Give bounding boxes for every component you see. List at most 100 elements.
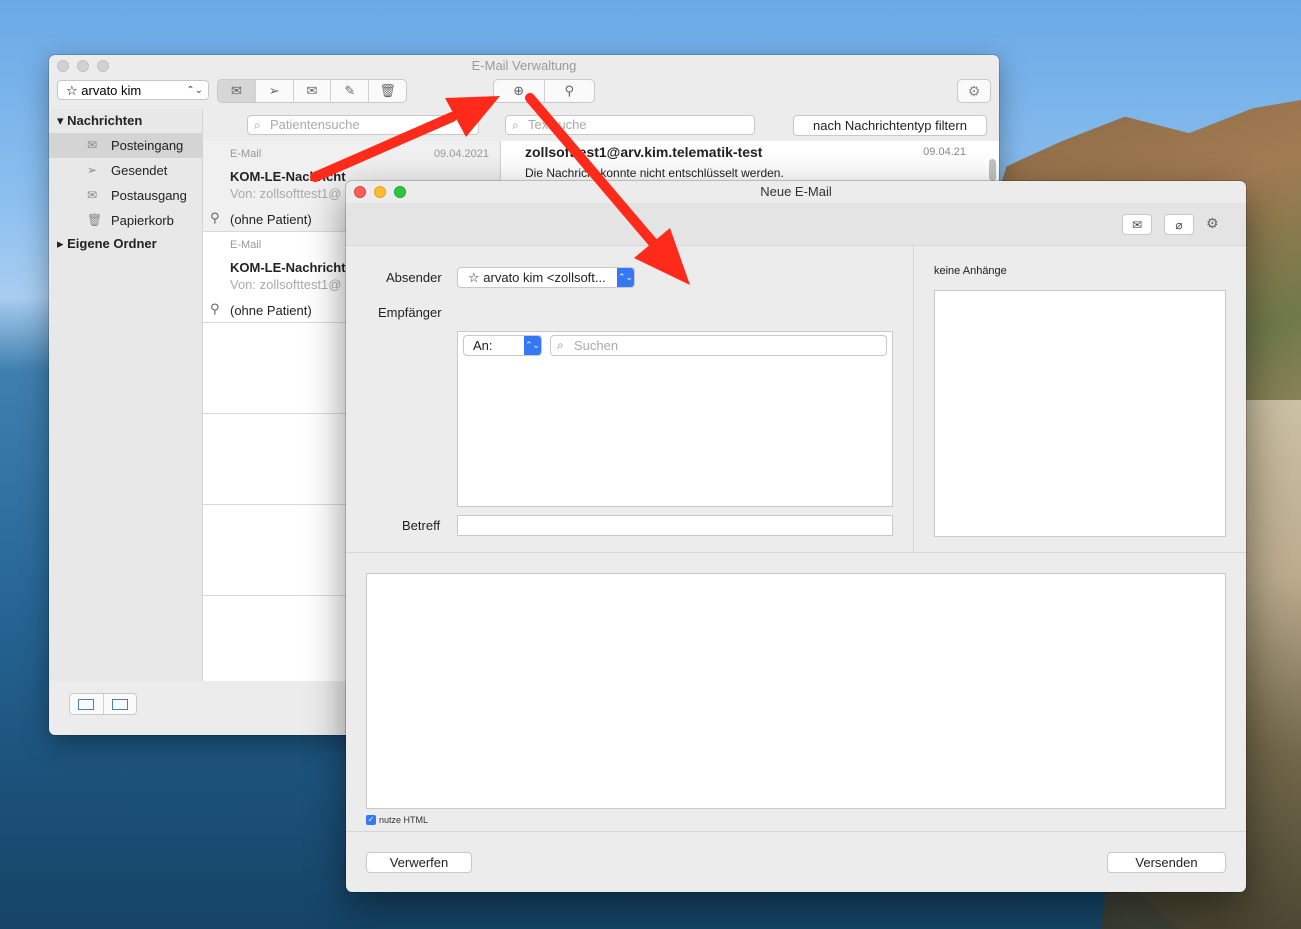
detail-body: Die Nachricht konnte nicht entschlüsselt… [525, 166, 784, 180]
attach-button[interactable]: ⌀ [1164, 214, 1194, 235]
outbox-toolbar-button[interactable]: ✉ [294, 80, 332, 102]
sidebar-item-outbox[interactable]: ✉ Postausgang [49, 183, 202, 208]
envelope-icon: ✉ [1131, 217, 1143, 232]
message-patient: (ohne Patient) [230, 303, 312, 318]
patient-search-input[interactable]: ⌕ Patientensuche [247, 115, 479, 135]
zoom-button[interactable] [97, 60, 109, 72]
use-html-checkbox[interactable]: ✓ nutze HTML [366, 815, 428, 825]
account-select-value: arvato kim [81, 83, 142, 98]
trash-toolbar-button[interactable]: 🗑 [369, 80, 406, 102]
window-title: Neue E-Mail [760, 184, 832, 199]
send-button[interactable]: Versenden [1107, 852, 1226, 873]
sidebar-item-trash[interactable]: 🗑 Papierkorb [49, 208, 202, 233]
message-title: KOM-LE-Nachricht [230, 169, 346, 184]
panel-icon [78, 698, 95, 710]
sent-toolbar-button[interactable]: ➢ [256, 80, 294, 102]
new-email-window: Neue E-Mail ✉ ⌀ ⚙ Absender ☆ arvato kim … [346, 181, 1246, 892]
envelope-icon: ✉ [87, 188, 98, 202]
sidebar-group-folders[interactable]: ▸ Eigene Ordner [49, 233, 202, 256]
compose-segmented-control: ⊕ ⚲ [493, 79, 595, 103]
message-detail: zollsofttest1@arv.kim.telematik-test 09.… [500, 141, 999, 181]
chevron-updown-icon: ⌃⌄ [617, 268, 634, 287]
sender-select-value: arvato kim <zollsoft... [483, 270, 606, 285]
divider [346, 552, 1246, 553]
search-icon: ⌕ [512, 118, 519, 132]
inbox-icon: ✉ [230, 83, 242, 98]
view-toggle-right[interactable] [104, 694, 137, 714]
detail-from: zollsofttest1@arv.kim.telematik-test [525, 144, 763, 160]
minimize-button[interactable] [77, 60, 89, 72]
text-search-input[interactable]: ⌕ Textsuche [505, 115, 755, 135]
trash-icon: 🗑 [379, 83, 396, 98]
message-type: E-Mail [230, 239, 262, 251]
sidebar: ▾ Nachrichten ✉ Posteingang ➢ Gesendet ✉ Po… [49, 109, 203, 681]
paper-plane-icon: ➢ [87, 163, 98, 177]
person-icon: ⚲ [210, 301, 220, 316]
minimize-button[interactable] [374, 186, 386, 198]
scrollbar[interactable] [989, 159, 996, 181]
checkmark-icon: ✓ [366, 815, 376, 825]
message-type: E-Mail [230, 148, 262, 160]
pencil-icon: ✎ [344, 83, 356, 98]
zoom-button[interactable] [394, 186, 406, 198]
sidebar-item-inbox[interactable]: ✉ Posteingang [49, 133, 202, 158]
recipient-box[interactable]: An: ⌃⌄ ⌕ Suchen [457, 331, 893, 507]
panel-icon [111, 698, 128, 710]
window-titlebar: Neue E-Mail [346, 181, 1246, 203]
gear-icon[interactable]: ⚙ [1206, 215, 1219, 232]
divider [346, 831, 1246, 832]
message-from: Von: zollsofttest1@ [230, 277, 342, 292]
sender-select[interactable]: ☆ arvato kim <zollsoft... ⌃⌄ [457, 267, 635, 288]
view-toggle-left[interactable] [70, 694, 104, 714]
new-email-button[interactable]: ⊕ [494, 80, 545, 102]
attachments-list[interactable] [934, 290, 1226, 537]
paperclip-icon: ⌀ [1175, 217, 1183, 232]
main-toolbar: ☆ arvato kim ⌃⌄ ✉ ➢ ✉ ✎ 🗑 ⊕ ⚲ ⚙ [49, 77, 999, 109]
star-icon: ☆ [468, 270, 480, 285]
message-patient: (ohne Patient) [230, 212, 312, 227]
send-toolbar-button[interactable]: ✉ [1122, 214, 1152, 235]
chevron-updown-icon: ⌃⌄ [186, 85, 203, 96]
inbox-icon: ✉ [87, 138, 98, 152]
edit-toolbar-button[interactable]: ✎ [331, 80, 370, 102]
search-icon: ⌕ [557, 338, 564, 352]
gear-icon: ⚙ [967, 82, 981, 99]
window-title: E-Mail Verwaltung [471, 58, 577, 73]
chevron-updown-icon: ⌃⌄ [524, 336, 541, 355]
recipient-type-select[interactable]: An: ⌃⌄ [463, 335, 542, 356]
divider [913, 245, 914, 552]
view-toggle [69, 693, 137, 715]
mailbox-segmented-control: ✉ ➢ ✉ ✎ 🗑 [217, 79, 407, 103]
attachments-label: keine Anhänge [934, 265, 1007, 277]
traffic-lights [57, 60, 109, 72]
discard-button[interactable]: Verwerfen [366, 852, 472, 873]
message-from: Von: zollsofttest1@ [230, 186, 342, 201]
search-icon: ⌕ [254, 118, 261, 132]
window-titlebar: E-Mail Verwaltung [49, 55, 999, 77]
close-button[interactable] [57, 60, 69, 72]
add-contact-button[interactable]: ⚲ [545, 80, 595, 102]
sidebar-item-sent[interactable]: ➢ Gesendet [49, 158, 202, 183]
recipient-search-input[interactable]: ⌕ Suchen [550, 335, 887, 356]
sidebar-group-messages[interactable]: ▾ Nachrichten [49, 109, 202, 133]
sender-label: Absender [386, 270, 442, 285]
settings-button[interactable]: ⚙ [957, 79, 991, 103]
close-button[interactable] [354, 186, 366, 198]
subject-input[interactable] [457, 515, 893, 536]
detail-date: 09.04.21 [923, 146, 966, 158]
compose-toolbar: ✉ ⌀ ⚙ [346, 203, 1246, 246]
star-icon: ☆ [66, 83, 78, 98]
envelope-icon: ✉ [306, 83, 318, 98]
inbox-toolbar-button[interactable]: ✉ [218, 80, 256, 102]
message-body-editor[interactable] [366, 573, 1226, 809]
plus-circle-icon: ⊕ [513, 83, 525, 98]
message-title: KOM-LE-Nachricht [230, 260, 346, 275]
person-add-icon: ⚲ [564, 83, 575, 98]
trash-icon: 🗑 [87, 213, 103, 227]
recipient-label: Empfänger [378, 305, 442, 320]
account-select[interactable]: ☆ arvato kim ⌃⌄ [57, 80, 209, 100]
traffic-lights [354, 186, 406, 198]
person-icon: ⚲ [210, 210, 220, 225]
filter-by-type-button[interactable]: nach Nachrichtentyp filtern [793, 115, 987, 136]
message-date: 09.04.2021 [433, 148, 489, 160]
